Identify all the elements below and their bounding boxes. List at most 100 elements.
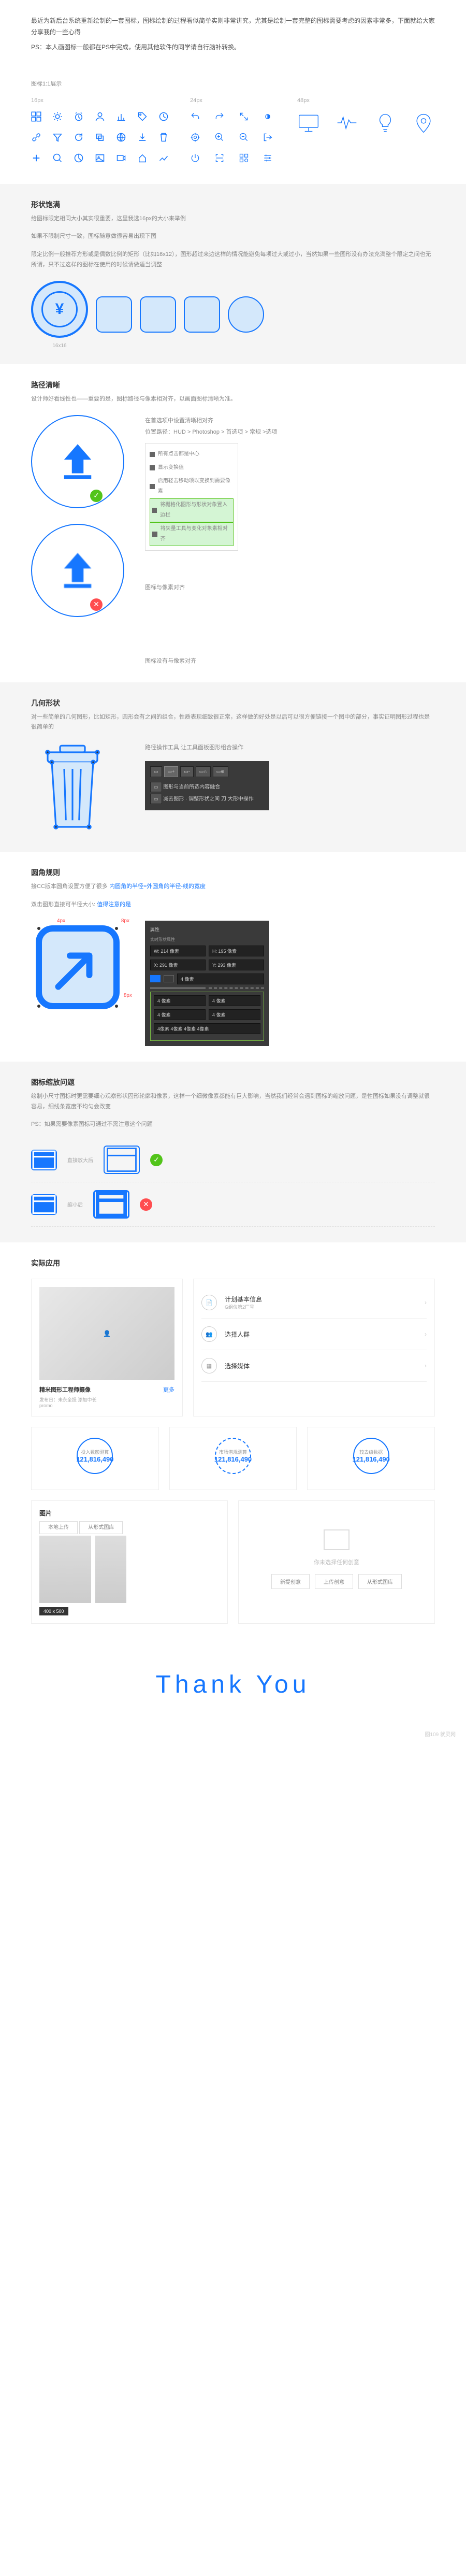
- empty-window-icon: [324, 1529, 350, 1550]
- copy-icon: [95, 132, 105, 142]
- col-48: 48px: [297, 97, 435, 104]
- s3-title: 几何形状: [31, 698, 435, 708]
- upload-btn[interactable]: 上传创意: [315, 1574, 353, 1589]
- window-outline-lg-icon: [104, 1146, 140, 1174]
- rounded-square-2: [140, 296, 176, 333]
- people-step-icon: 👥: [201, 1326, 217, 1342]
- more-link[interactable]: 更多: [163, 1385, 174, 1394]
- filter-icon: [52, 132, 63, 142]
- coin-shape: ¥: [31, 281, 88, 338]
- note-2: 位置路径：HUD > Photoshop > 首选项 > 常规 >选项: [145, 426, 435, 438]
- chart-icon: [116, 111, 126, 122]
- gear-icon: [52, 111, 63, 122]
- s2-title: 路径清晰: [31, 380, 435, 390]
- scale-row-1: 直接放大后 ✓: [31, 1138, 435, 1182]
- bulb-icon: [374, 111, 397, 134]
- zoom-in-icon: [214, 132, 225, 142]
- media-step-icon: ▦: [201, 1358, 217, 1373]
- plus-icon: [31, 153, 41, 163]
- watermark: 图109 就灵网: [0, 1730, 466, 1738]
- s1-d1: 给图标限定相同大小其实很重要，这里我选16px的大小来举例: [31, 214, 435, 224]
- image-upload-card: 图片 本地上传 从形式图库 400 x 500: [31, 1500, 228, 1624]
- doc-step-icon: 📄: [201, 1295, 217, 1310]
- s4-d2: 双击图形直接可半径大小:: [31, 901, 95, 908]
- clock-icon: [158, 111, 169, 122]
- home-icon: [137, 153, 148, 163]
- alarm-icon: [74, 111, 84, 122]
- metric-2: 市场潜规测算121,816,490: [169, 1427, 297, 1490]
- link-icon: [31, 132, 41, 142]
- col-24: 24px: [190, 97, 276, 104]
- metric-1: 投入数额测算121,816,490: [31, 1427, 159, 1490]
- intro-p1: 最近为新后台系统重新绘制的一套图标，图标绘制的过程看似简单实则非常讲究，尤其是绘…: [31, 16, 435, 38]
- upload-sharp-icon: [54, 438, 101, 485]
- img-size-label: 400 x 500: [39, 1607, 68, 1615]
- monitor-icon: [297, 111, 320, 134]
- pulse-icon: [336, 111, 358, 134]
- rounded-square-1: [96, 296, 132, 333]
- s3-d1: 对一些简单的几何图形，比如矩形，圆形会有之间的组合，性质表现细致很正常，这样做的…: [31, 712, 435, 733]
- steps-card: 📄 计划基本信息G组位第2厂号 › 👥 选择人群› ▦ 选择媒体›: [193, 1279, 435, 1416]
- thumb-2[interactable]: [95, 1536, 126, 1603]
- profile-card: 👤 精米图形工程师摄像更多 发布日：未永全提 添加中长 promo: [31, 1279, 183, 1416]
- intro-p2: PS：本人画图标一般都在PS中完成，使用其他软件的同学请自行脑补转换。: [31, 42, 435, 53]
- globe-icon: [116, 132, 126, 142]
- circle-shape: [228, 296, 264, 333]
- upload-lib-btn[interactable]: 从形式图库: [79, 1521, 123, 1534]
- thank-you: Thank You: [0, 1639, 466, 1730]
- video-icon: [116, 153, 126, 163]
- s4-r2: 值得注意的是: [97, 901, 131, 908]
- location-icon: [412, 111, 435, 134]
- trash-icon: [158, 132, 169, 142]
- step-info[interactable]: 📄 计划基本信息G组位第2厂号 ›: [201, 1287, 427, 1319]
- step-audience[interactable]: 👥 选择人群›: [201, 1319, 427, 1350]
- search-icon: [52, 153, 63, 163]
- showcase-title: 图标1:1展示: [31, 79, 435, 90]
- upload-blur-icon: [54, 547, 101, 594]
- refresh-icon: [74, 132, 84, 142]
- step-media[interactable]: ▦ 选择媒体›: [201, 1350, 427, 1382]
- thumb-1[interactable]: [39, 1536, 91, 1603]
- ok-badge: ✓: [90, 490, 103, 502]
- expand-icon: [239, 111, 249, 122]
- col-16: 16px: [31, 97, 169, 104]
- ok-icon: ✓: [150, 1154, 163, 1166]
- upload-local-btn[interactable]: 本地上传: [39, 1521, 78, 1534]
- zoom-out-icon: [239, 132, 249, 142]
- profile-image: 👤: [39, 1287, 174, 1380]
- scale-row-2: 缩小后 ✕: [31, 1182, 435, 1227]
- s4-title: 圆角规则: [31, 867, 435, 878]
- new-btn[interactable]: 新提创意: [271, 1574, 310, 1589]
- window-filled-sm-icon: [31, 1150, 57, 1170]
- s1-d2: 如果不限制尺寸一致，图标随意做很容易出现下图: [31, 232, 435, 242]
- settings-icon: [263, 153, 273, 163]
- corner-diagram: 4px 8px 8px: [31, 921, 124, 1014]
- s5-d2: PS：如果需要像素图标可通过不需注意这个问题: [31, 1120, 435, 1130]
- pie-icon: [74, 153, 84, 163]
- grid-icon: [31, 111, 41, 122]
- download-icon: [137, 132, 148, 142]
- ps-pathops-panel: ▭▭+▭-▭∩▭⊕ ▭ 图形与当前所选内容融合 ▭ 减去图形 · 调整形状之间 …: [145, 761, 269, 810]
- rounded-square-3: [184, 296, 220, 333]
- note-1: 在首选项中设置清晰相对齐: [145, 415, 435, 426]
- s1-d3: 限定比例一般推荐方形或是偶数比例的矩形（比如16x12），图形超过来边这样的情况…: [31, 250, 435, 270]
- ps-properties-panel: 属性 实时形状属性 W: 214 像素H: 195 像素 X: 291 像素Y:…: [145, 921, 269, 1046]
- coin-label: 16x16: [31, 343, 88, 349]
- pref-menu: 所有点击都是中心 显示变换值 启用轻击移动项以变换到需要像素 将栅格化图形与形状…: [145, 443, 238, 551]
- misaligned-label: 图标没有与像素对齐: [145, 655, 435, 667]
- trend-icon: [158, 153, 169, 163]
- tag-icon: [137, 111, 148, 122]
- brightness-icon: [263, 111, 273, 122]
- s4-rule: 内圆角的半径=外圆角的半径-线的宽度: [109, 883, 206, 890]
- user-icon: [95, 111, 105, 122]
- s6-title: 实际应用: [31, 1258, 435, 1268]
- app-icon: [239, 153, 249, 163]
- s4-d1: 接CC版本圆角设置方便了很多: [31, 883, 108, 890]
- image-icon: [95, 153, 105, 163]
- window-thick-lg-icon: [93, 1190, 129, 1219]
- lib-btn[interactable]: 从形式图库: [358, 1574, 402, 1589]
- err-badge: ✕: [90, 598, 103, 611]
- s5-d1: 绘制小尺寸图标时更需要细心观察形状固形轮廓和像素，这样一个细微像素都能有巨大影响…: [31, 1092, 435, 1112]
- scan-icon: [214, 153, 225, 163]
- s1-title: 形状饱满: [31, 199, 435, 210]
